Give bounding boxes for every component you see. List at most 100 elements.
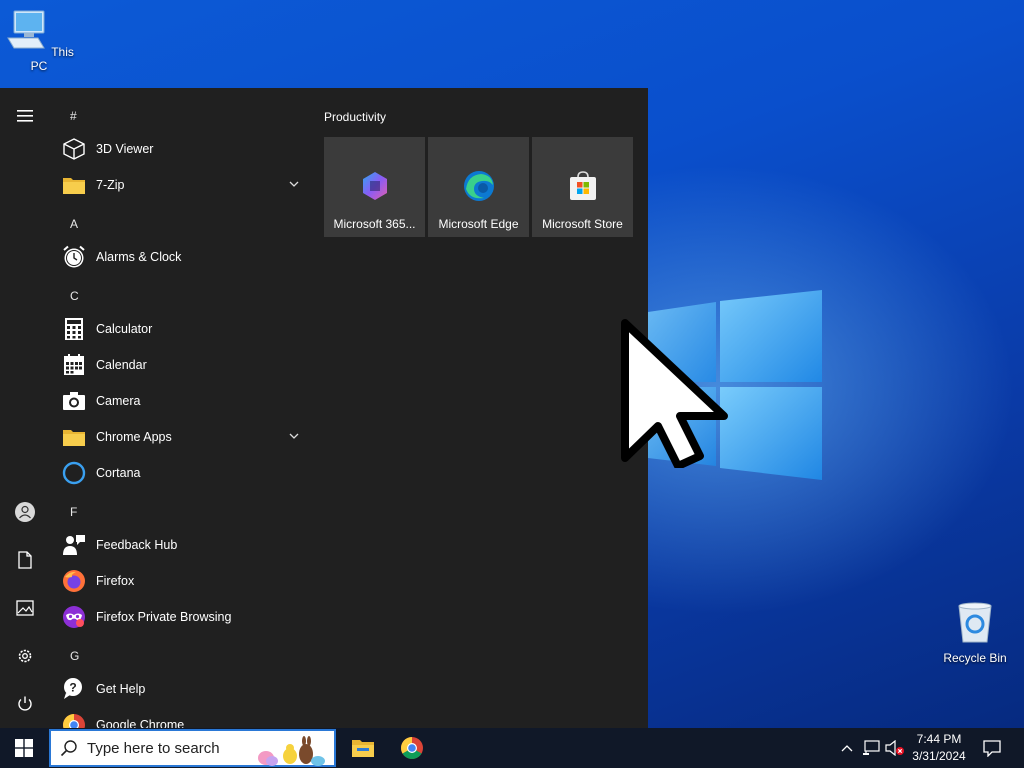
app-label: Feedback Hub [96,538,178,552]
volume-muted-icon [885,740,904,756]
app-label: 3D Viewer [96,142,154,156]
app-label: Calculator [96,322,153,336]
group-header-a[interactable]: A [70,217,78,231]
network-icon [863,740,880,755]
cortana-icon [62,461,86,485]
desktop-icon-recycle-bin[interactable]: Recycle Bin [937,600,1013,665]
taskbar-clock[interactable]: 7:44 PM 3/31/2024 [905,731,973,765]
power-button[interactable] [10,689,40,719]
app-label: Get Help [96,682,146,696]
app-label: Chrome Apps [96,430,172,444]
chrome-icon [401,737,423,759]
firefox-private-icon [63,606,85,628]
calculator-icon [65,318,83,340]
calendar-icon [64,354,84,375]
app-label: Camera [96,394,141,408]
tile-microsoft-edge[interactable]: Microsoft Edge [428,137,529,237]
pictures-icon [16,600,34,616]
camera-icon [63,392,85,410]
recycle-bin-icon [958,602,992,643]
app-calendar[interactable]: Calendar [62,348,310,382]
folder-icon [63,178,85,194]
user-icon [15,502,35,522]
app-label: Firefox [96,574,135,588]
chevron-up-icon [841,745,853,752]
taskbar-chrome[interactable] [388,728,436,768]
group-header-c[interactable]: C [70,289,79,303]
app-list[interactable]: # 3D Viewer 7-Zip A Alarms & Clock C Cal… [50,88,310,728]
app-label: Firefox Private Browsing [96,610,232,624]
get-help-icon: ? [64,678,82,699]
app-label: 7-Zip [96,178,125,192]
edge-icon [464,171,494,201]
clock-time: 7:44 PM [916,732,962,746]
svg-text:?: ? [69,681,76,695]
search-icon [60,740,77,757]
folder-icon [63,430,85,446]
app-google-chrome[interactable]: Google Chrome [62,708,310,728]
user-button[interactable] [10,497,40,527]
file-explorer-icon [352,740,374,757]
app-label: Calendar [96,358,147,372]
group-header-g[interactable]: G [70,649,79,663]
clock-date: 3/31/2024 [912,749,966,763]
documents-icon [18,551,32,569]
taskbar-search[interactable] [49,729,336,767]
settings-button[interactable] [10,641,40,671]
app-firefox[interactable]: Firefox [62,564,310,598]
app-calculator[interactable]: Calculator [62,312,310,346]
gear-icon [18,649,32,663]
tile-label: Microsoft Edge [438,217,519,231]
app-3d-viewer[interactable]: 3D Viewer [62,132,310,166]
action-center-button[interactable] [978,728,1006,768]
firefox-icon [63,570,85,592]
group-header-hash[interactable]: # [70,109,77,123]
store-icon [570,171,596,200]
notification-icon [983,740,1001,757]
cube-icon [63,138,85,160]
app-label: Alarms & Clock [96,250,182,264]
app-camera[interactable]: Camera [62,384,310,418]
network-button[interactable] [860,728,882,768]
chrome-icon [63,714,85,728]
pictures-button[interactable] [10,593,40,623]
chevron-down-icon [289,433,299,439]
volume-button[interactable] [884,728,906,768]
computer-icon [7,10,45,49]
show-hidden-icons-button[interactable] [836,728,858,768]
expand-button[interactable] [10,101,40,131]
microsoft-365-icon [363,172,387,200]
taskbar-file-explorer[interactable] [339,728,387,768]
windows-icon [15,739,33,757]
hamburger-icon [17,110,33,122]
app-label: Cortana [96,466,141,480]
app-firefox-private[interactable]: Firefox Private Browsing [62,600,310,634]
app-get-help[interactable]: ? Get Help [62,672,310,706]
tile-label: Microsoft 365... [333,217,416,231]
group-header-f[interactable]: F [70,505,77,519]
start-rail [0,88,50,728]
taskbar: 7:44 PM 3/31/2024 [0,728,1024,768]
app-chrome-apps[interactable]: Chrome Apps [62,420,310,454]
easter-eggs-icon [258,736,325,766]
alarm-clock-icon [63,245,85,268]
chevron-down-icon [289,181,299,187]
desktop-icon-label: Recycle Bin [943,651,1007,665]
search-input[interactable] [87,739,247,757]
documents-button[interactable] [10,545,40,575]
power-icon [18,696,32,711]
app-7-zip[interactable]: 7-Zip [62,168,310,202]
app-label: Google Chrome [96,718,185,728]
start-menu: # 3D Viewer 7-Zip A Alarms & Clock C Cal… [0,88,648,728]
tile-label: Microsoft Store [542,217,623,231]
app-cortana[interactable]: Cortana [62,456,310,490]
desktop-icon-this-pc[interactable]: This PC [1,8,77,73]
tile-microsoft-store[interactable]: Microsoft Store [532,137,633,237]
app-alarms-clock[interactable]: Alarms & Clock [62,240,310,274]
start-button[interactable] [0,728,48,768]
mouse-pointer-icon [621,319,728,468]
feedback-hub-icon [63,535,85,555]
tile-microsoft-365[interactable]: Microsoft 365... [324,137,425,237]
app-feedback-hub[interactable]: Feedback Hub [62,528,310,562]
tile-group-title[interactable]: Productivity [324,110,386,124]
